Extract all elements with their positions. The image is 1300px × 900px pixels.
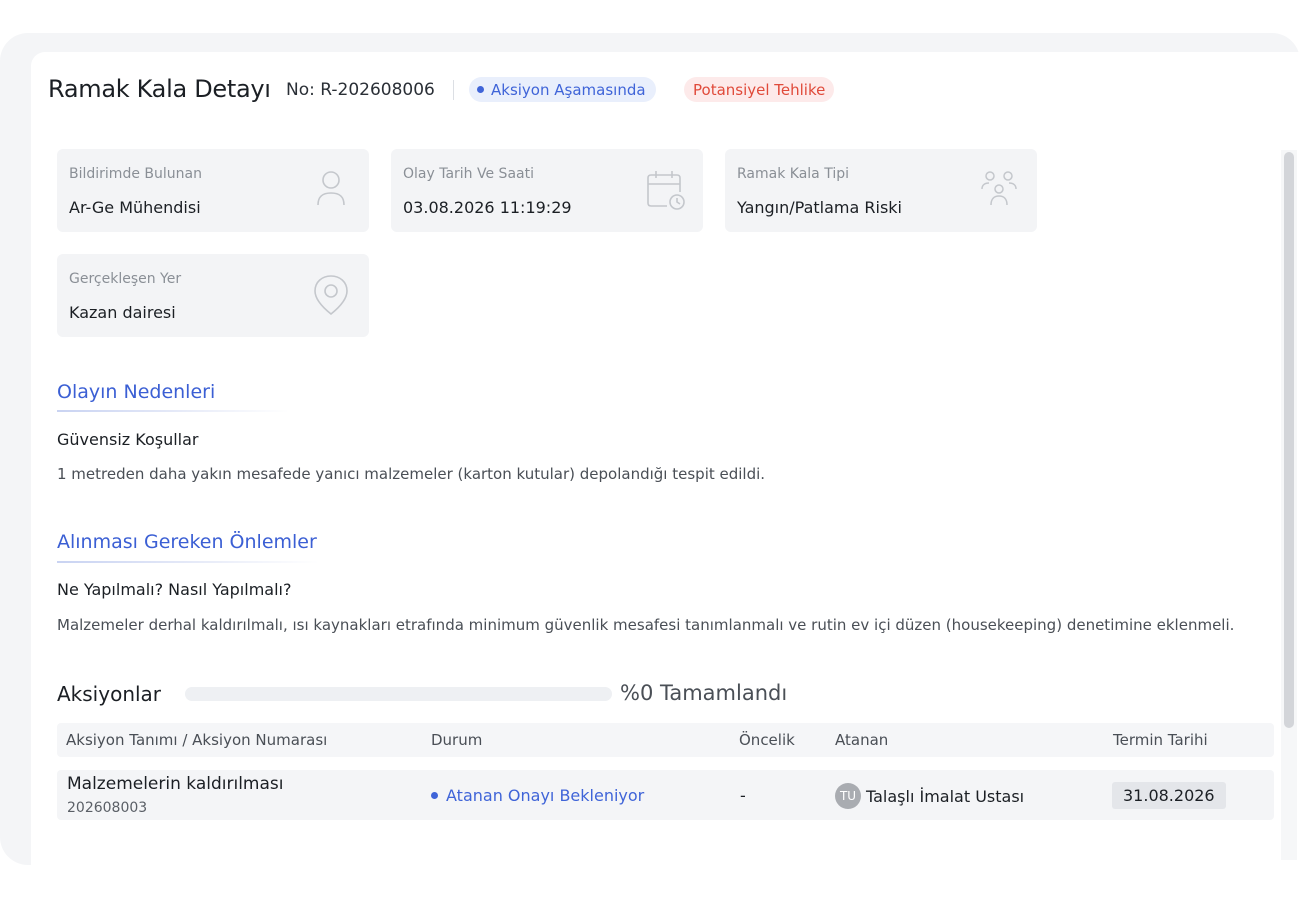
measures-section-title: Alınması Gereken Önlemler: [57, 531, 317, 553]
causes-section-title: Olayın Nedenleri: [57, 381, 216, 403]
info-value: 03.08.2026 11:19:29: [403, 198, 572, 217]
column-header-due[interactable]: Termin Tarihi: [1113, 731, 1208, 749]
measures-title-underline: [57, 561, 319, 563]
due-date-badge: 31.08.2026: [1112, 782, 1226, 809]
assignee-name: Talaşlı İmalat Ustası: [866, 786, 1025, 806]
info-box-reporter: Bildirimde Bulunan Ar-Ge Mühendisi: [57, 149, 369, 232]
action-number: 202608003: [67, 800, 148, 816]
status-badge: Aksiyon Aşamasında: [469, 77, 656, 102]
status-dot-icon: [431, 792, 438, 799]
info-label: Olay Tarih Ve Saati: [403, 166, 534, 182]
actions-table-header: Aksiyon Tanımı / Aksiyon Numarası Durum …: [57, 723, 1274, 757]
info-value: Ar-Ge Mühendisi: [69, 198, 201, 217]
record-number: No: R-202608006: [286, 80, 435, 100]
table-row[interactable]: Malzemelerin kaldırılması 202608003 Atan…: [57, 770, 1274, 820]
location-pin-icon: [309, 272, 353, 318]
actions-progress-text: %0 Tamamlandı: [620, 681, 788, 705]
column-header-definition[interactable]: Aksiyon Tanımı / Aksiyon Numarası: [66, 731, 327, 749]
status-dot-icon: [477, 86, 484, 93]
info-label: Bildirimde Bulunan: [69, 166, 202, 182]
causes-subtitle: Güvensiz Koşullar: [57, 430, 199, 449]
status-badge-label: Aksiyon Aşamasında: [491, 80, 646, 99]
info-label: Gerçekleşen Yer: [69, 271, 182, 287]
action-name[interactable]: Malzemelerin kaldırılması: [67, 774, 283, 794]
info-label: Ramak Kala Tipi: [737, 166, 849, 182]
actions-title: Aksiyonlar: [57, 682, 162, 706]
actions-progress-bar: [185, 687, 612, 701]
action-assignee: TU Talaşlı İmalat Ustası: [835, 783, 1024, 809]
column-header-status[interactable]: Durum: [431, 731, 482, 749]
info-box-datetime: Olay Tarih Ve Saati 03.08.2026 11:19:29: [391, 149, 703, 232]
column-header-assignee[interactable]: Atanan: [835, 731, 888, 749]
info-value: Yangın/Patlama Riski: [737, 198, 902, 217]
measures-text: Malzemeler derhal kaldırılmalı, ısı kayn…: [57, 616, 1235, 634]
action-status-label: Atanan Onayı Bekleniyor: [446, 786, 645, 805]
scrollbar-thumb[interactable]: [1284, 152, 1294, 728]
header-divider: [453, 80, 454, 100]
page-title: Ramak Kala Detayı: [48, 75, 271, 103]
causes-title-underline: [57, 410, 289, 412]
users-group-icon: [977, 167, 1021, 213]
column-header-priority[interactable]: Öncelik: [739, 731, 795, 749]
action-priority: -: [740, 786, 746, 805]
causes-text: 1 metreden daha yakın mesafede yanıcı ma…: [57, 465, 766, 483]
measures-subtitle: Ne Yapılmalı? Nasıl Yapılmalı?: [57, 580, 292, 599]
info-value: Kazan dairesi: [69, 303, 176, 322]
info-box-type: Ramak Kala Tipi Yangın/Patlama Riski: [725, 149, 1037, 232]
avatar: TU: [835, 783, 861, 809]
calendar-clock-icon: [643, 167, 687, 213]
info-box-location: Gerçekleşen Yer Kazan dairesi: [57, 254, 369, 337]
hazard-badge: Potansiyel Tehlike: [684, 77, 835, 102]
action-status: Atanan Onayı Bekleniyor: [431, 786, 644, 805]
user-icon: [309, 167, 353, 213]
